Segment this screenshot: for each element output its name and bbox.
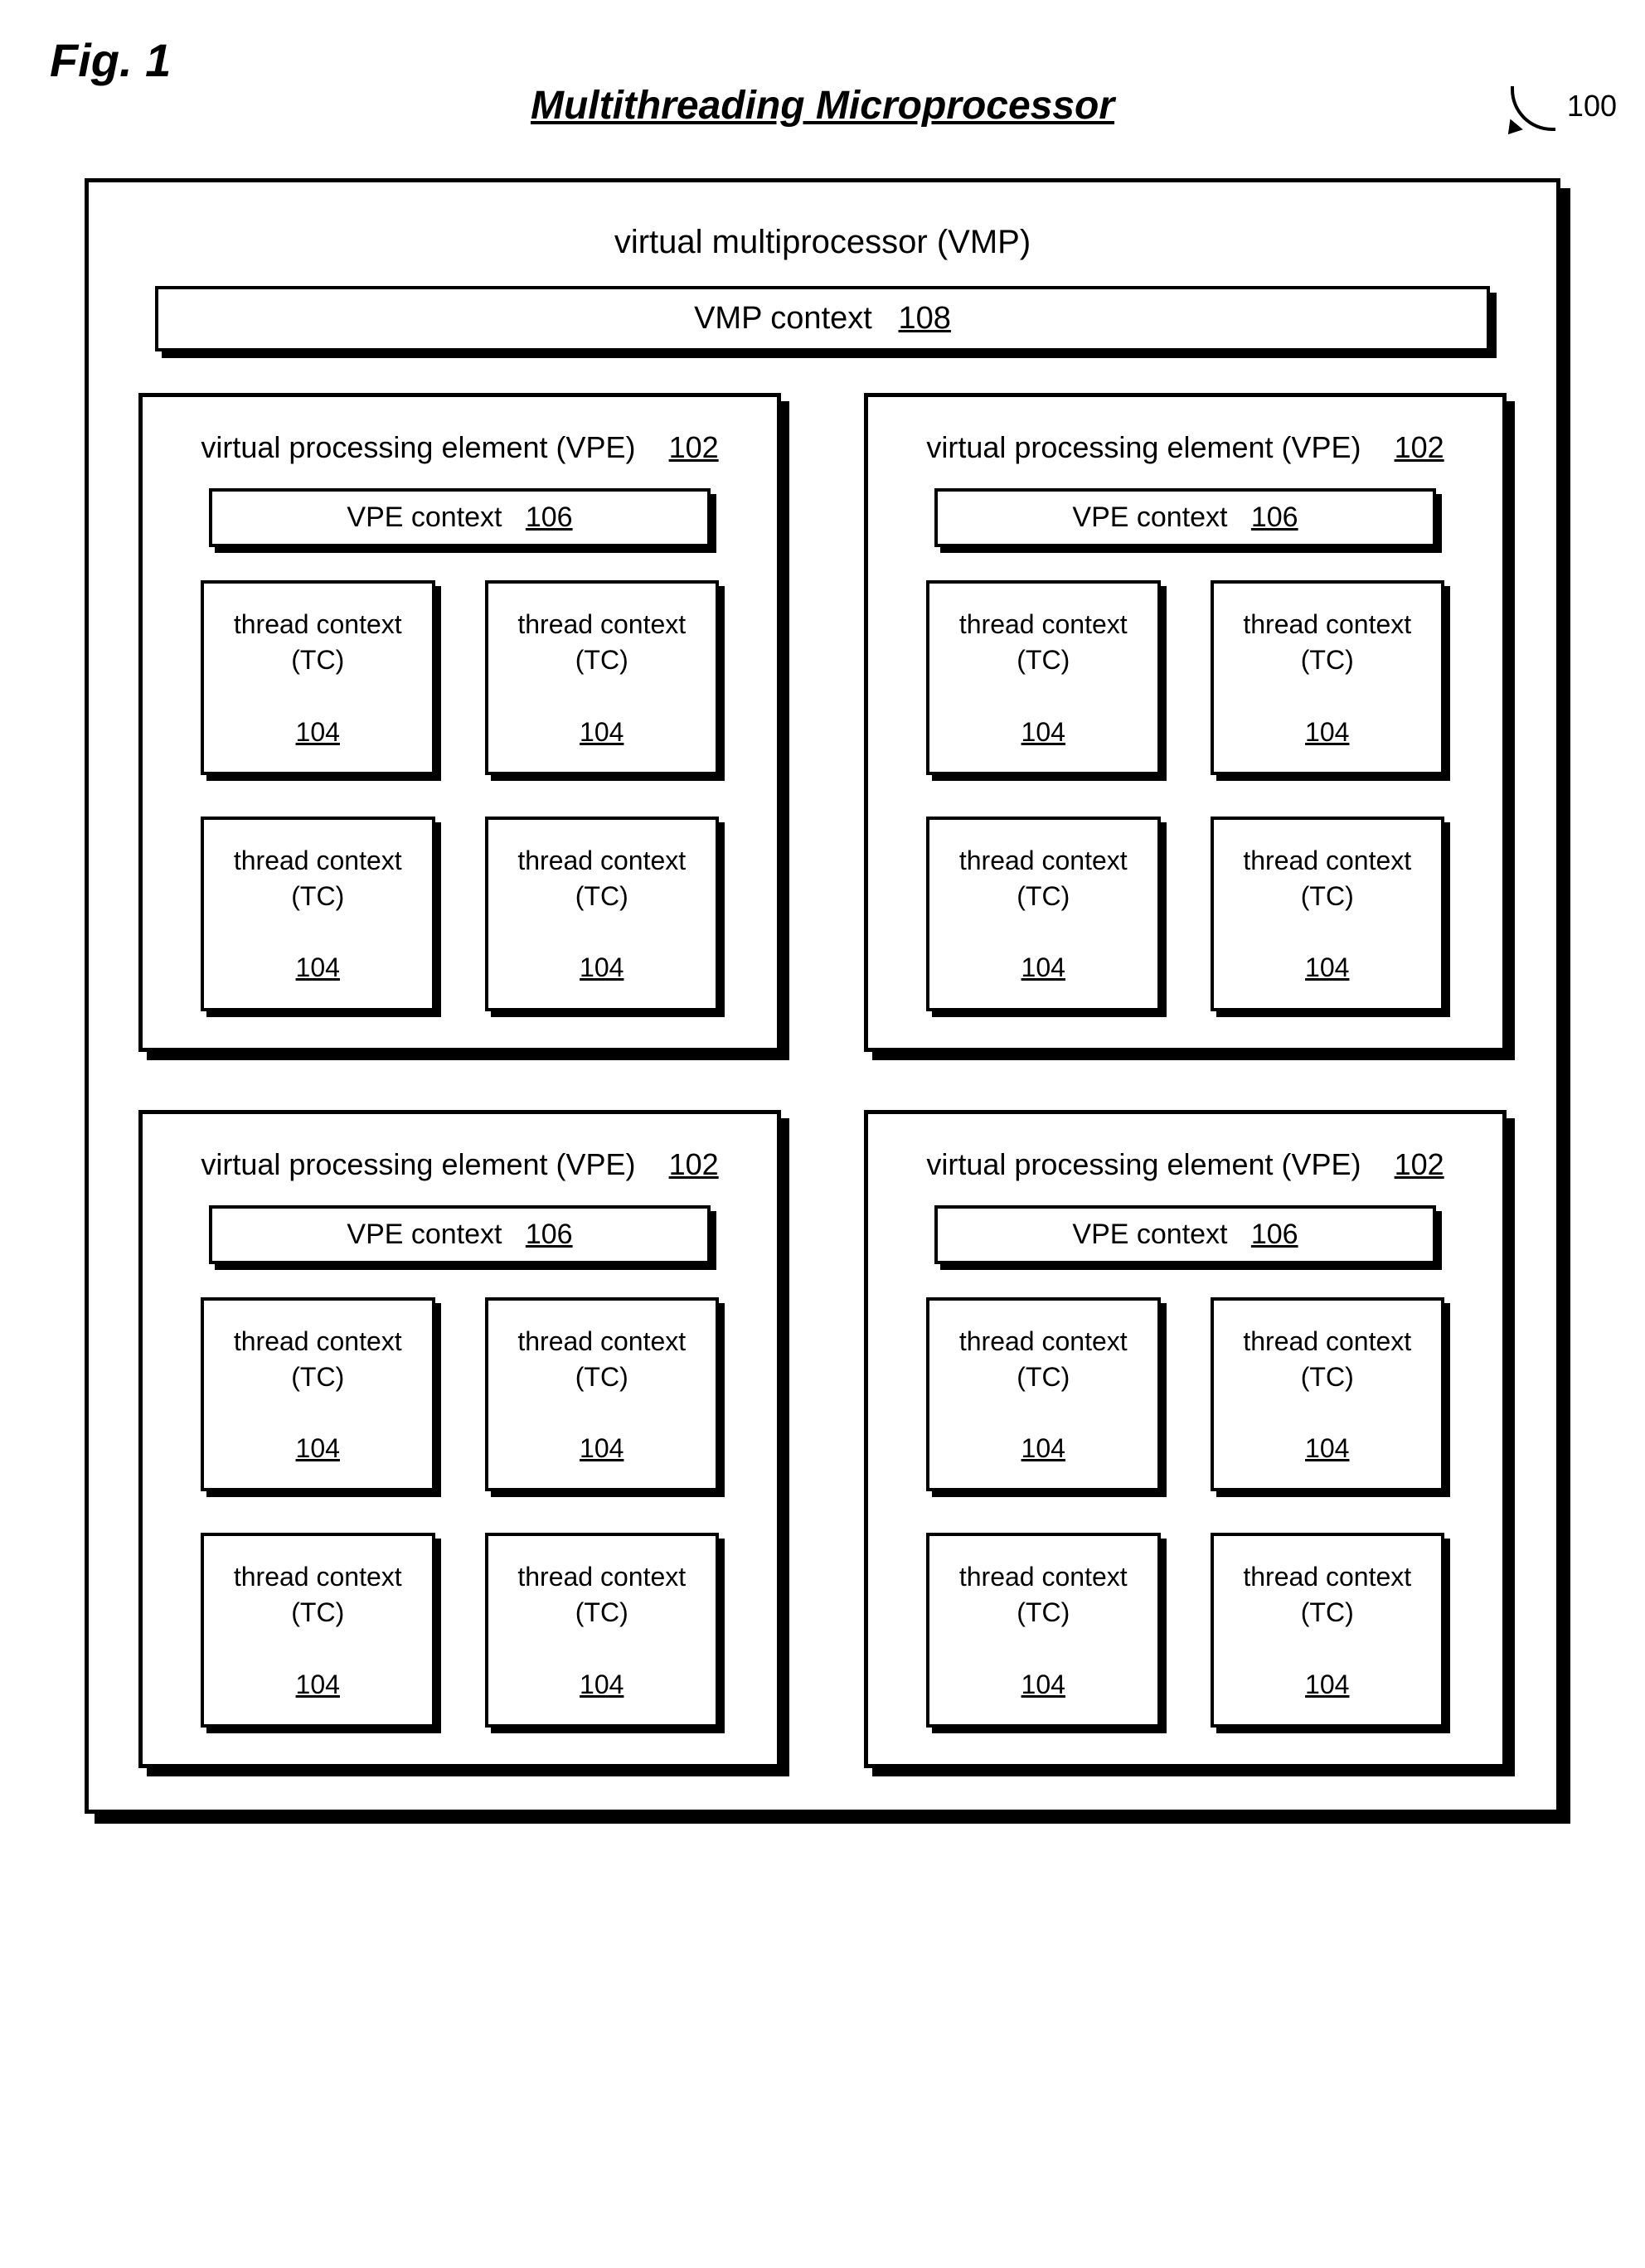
vpe-context-label: VPE context [1072,502,1227,533]
tc-label: thread context (TC) [938,843,1149,914]
tc-box: thread context (TC) 104 [201,1533,435,1728]
tc-label: thread context (TC) [938,607,1149,678]
vpe-title-label: virtual processing element (VPE) [201,1147,635,1181]
tc-box: thread context (TC) 104 [1211,1533,1445,1728]
vpe-context-box: VPE context 106 [934,1205,1436,1264]
vpe-grid: virtual processing element (VPE) 102 VPE… [122,393,1523,1768]
figure-label: Fig. 1 [50,33,171,87]
tc-label: thread context (TC) [212,843,424,914]
tc-box: thread context (TC) 104 [1211,1297,1445,1492]
vpe-title: virtual processing element (VPE) 102 [176,1147,744,1182]
vpe-context-box: VPE context 106 [934,488,1436,547]
tc-grid: thread context (TC) 104 thread context (… [176,1297,744,1728]
vmp-context-label: VMP context [694,301,872,336]
vpe-context-box: VPE context 106 [209,488,711,547]
tc-ref: 104 [296,952,340,982]
title-row: Multithreading Microprocessor [66,83,1579,128]
tc-box: thread context (TC) 104 [926,1297,1161,1492]
tc-ref: 104 [580,1670,624,1699]
vmp-title: virtual multiprocessor (VMP) [122,224,1523,261]
tc-ref: 104 [580,717,624,747]
tc-label: thread context (TC) [497,607,708,678]
tc-box: thread context (TC) 104 [485,580,720,775]
tc-box: thread context (TC) 104 [201,580,435,775]
vmp-box: virtual multiprocessor (VMP) VMP context… [85,178,1560,1814]
tc-ref: 104 [1021,1670,1065,1699]
vpe-title-ref: 102 [669,1147,719,1181]
vpe-context-ref: 106 [1251,502,1298,533]
vpe-title: virtual processing element (VPE) 102 [901,430,1469,465]
tc-label: thread context (TC) [212,607,424,678]
tc-label: thread context (TC) [497,1324,708,1395]
reference-number: 100 [1567,89,1617,123]
tc-box: thread context (TC) 104 [201,817,435,1011]
vmp-context-ref: 108 [899,301,951,336]
vpe-context-label: VPE context [1072,1219,1227,1250]
tc-ref: 104 [1305,1670,1349,1699]
tc-ref: 104 [296,717,340,747]
vpe-title-ref: 102 [669,430,719,464]
vpe-title-label: virtual processing element (VPE) [926,430,1361,464]
tc-label: thread context (TC) [1222,1559,1434,1631]
tc-ref: 104 [580,952,624,982]
tc-box: thread context (TC) 104 [926,580,1161,775]
tc-ref: 104 [296,1433,340,1463]
tc-box: thread context (TC) 104 [201,1297,435,1492]
tc-ref: 104 [1021,717,1065,747]
tc-box: thread context (TC) 104 [485,817,720,1011]
tc-ref: 104 [580,1433,624,1463]
vpe-title-label: virtual processing element (VPE) [926,1147,1361,1181]
vmp-context-box: VMP context 108 [155,286,1490,351]
tc-label: thread context (TC) [1222,607,1434,678]
vpe-box: virtual processing element (VPE) 102 VPE… [138,1110,781,1769]
vpe-box: virtual processing element (VPE) 102 VPE… [138,393,781,1052]
tc-label: thread context (TC) [212,1324,424,1395]
page-title: Multithreading Microprocessor [531,83,1114,128]
tc-box: thread context (TC) 104 [1211,580,1445,775]
vpe-context-label: VPE context [347,502,502,533]
tc-ref: 104 [1305,717,1349,747]
tc-box: thread context (TC) 104 [926,817,1161,1011]
tc-label: thread context (TC) [938,1324,1149,1395]
tc-ref: 104 [296,1670,340,1699]
vpe-title-ref: 102 [1395,430,1444,464]
tc-grid: thread context (TC) 104 thread context (… [901,1297,1469,1728]
tc-ref: 104 [1021,952,1065,982]
vpe-context-ref: 106 [526,502,573,533]
tc-grid: thread context (TC) 104 thread context (… [901,580,1469,1011]
vpe-title: virtual processing element (VPE) 102 [176,430,744,465]
vpe-context-ref: 106 [1251,1219,1298,1250]
tc-box: thread context (TC) 104 [485,1297,720,1492]
tc-label: thread context (TC) [497,843,708,914]
vpe-title-label: virtual processing element (VPE) [201,430,635,464]
arrow-swoosh-icon [1504,91,1554,141]
vpe-context-box: VPE context 106 [209,1205,711,1264]
vpe-box: virtual processing element (VPE) 102 VPE… [864,1110,1507,1769]
tc-label: thread context (TC) [212,1559,424,1631]
vpe-title-ref: 102 [1395,1147,1444,1181]
tc-label: thread context (TC) [1222,843,1434,914]
tc-ref: 104 [1021,1433,1065,1463]
vpe-context-label: VPE context [347,1219,502,1250]
tc-ref: 104 [1305,952,1349,982]
tc-label: thread context (TC) [938,1559,1149,1631]
tc-ref: 104 [1305,1433,1349,1463]
vpe-title: virtual processing element (VPE) 102 [901,1147,1469,1182]
reference-arrow-100: 100 [1504,91,1612,148]
vpe-box: virtual processing element (VPE) 102 VPE… [864,393,1507,1052]
tc-box: thread context (TC) 104 [926,1533,1161,1728]
tc-grid: thread context (TC) 104 thread context (… [176,580,744,1011]
tc-box: thread context (TC) 104 [485,1533,720,1728]
tc-box: thread context (TC) 104 [1211,817,1445,1011]
vpe-context-ref: 106 [526,1219,573,1250]
tc-label: thread context (TC) [497,1559,708,1631]
tc-label: thread context (TC) [1222,1324,1434,1395]
